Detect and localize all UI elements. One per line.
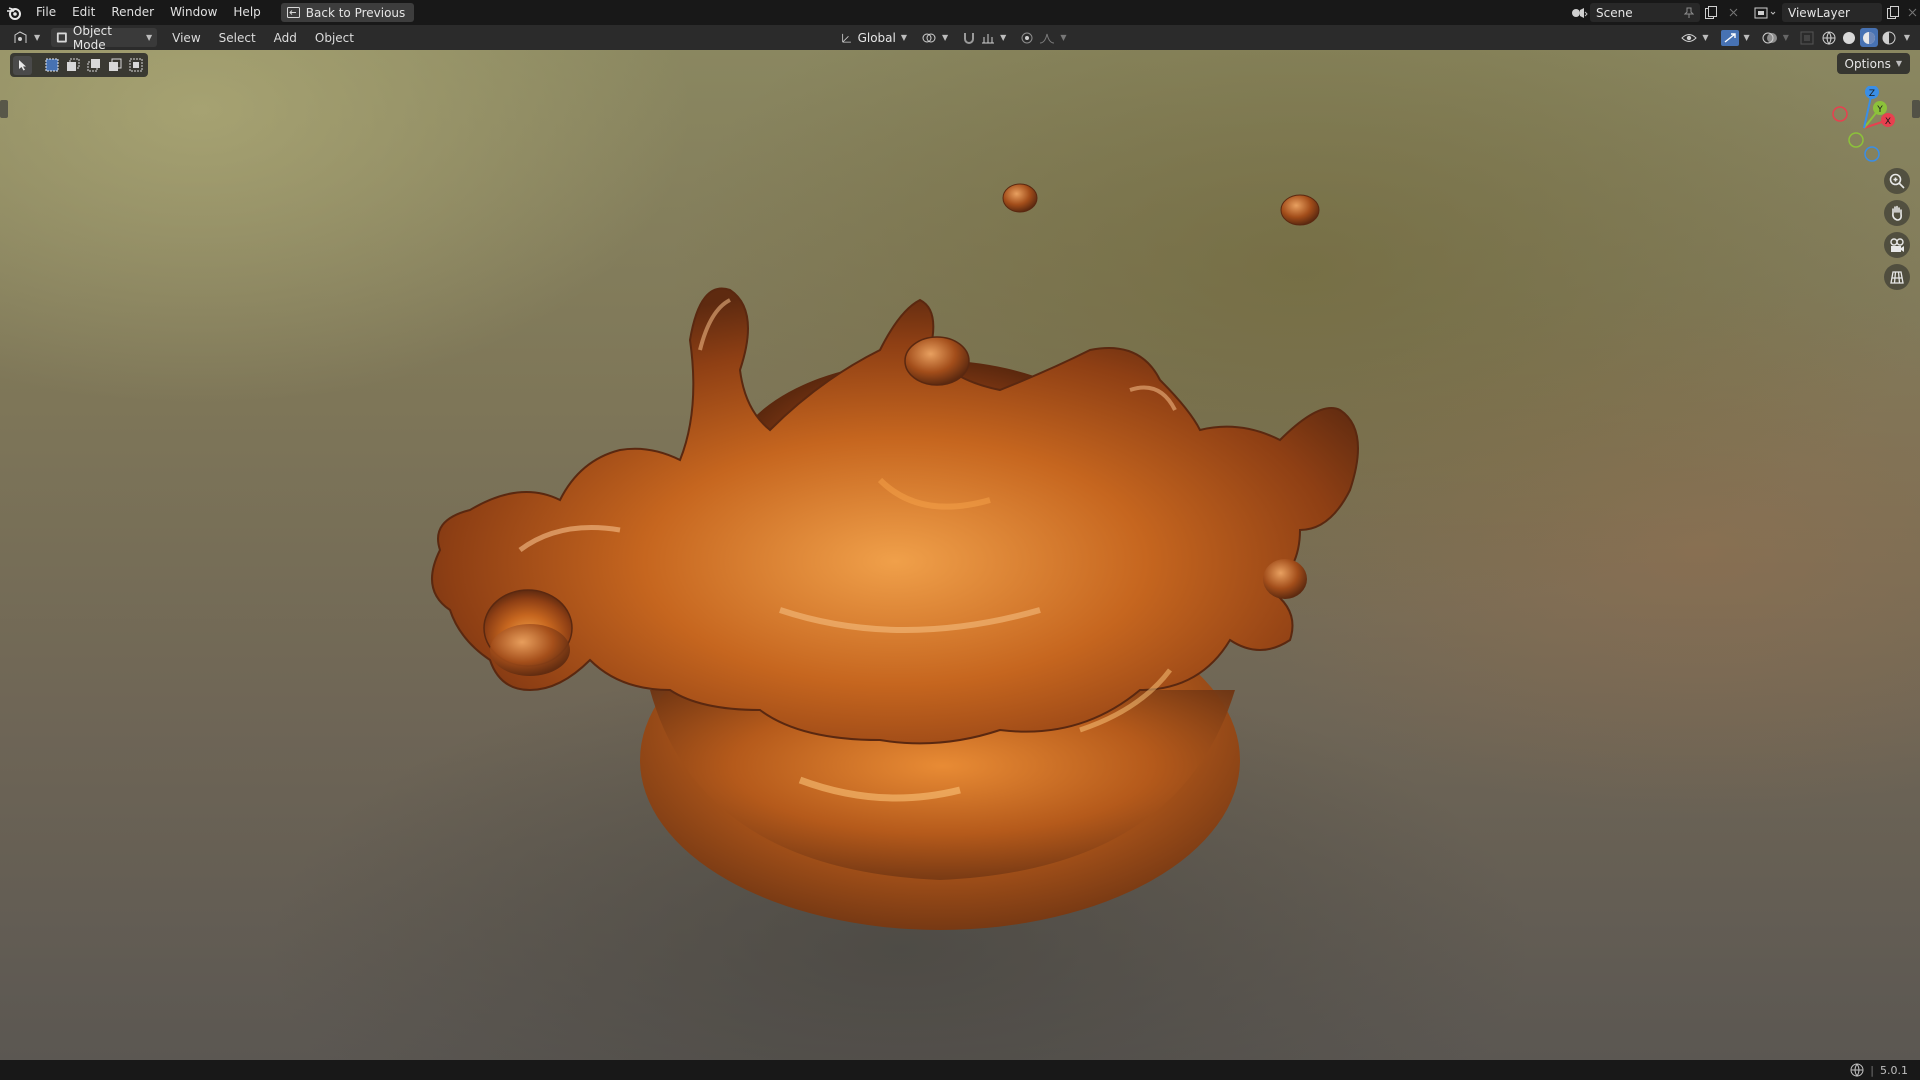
3d-viewport[interactable]: Options ▼ X Y Z <box>0 50 1920 1060</box>
snap-magnet-icon <box>964 32 975 44</box>
snap-dropdown[interactable]: ▼ <box>957 28 1011 47</box>
rendered-shading-icon[interactable] <box>1880 28 1898 47</box>
snap-increment-icon <box>982 33 995 43</box>
toolbar-toggle-icon[interactable] <box>0 100 8 118</box>
select-box-extend-icon[interactable] <box>63 56 82 75</box>
overlays-icon <box>1762 32 1777 43</box>
top-menu-bar: File Edit Render Window Help Back to Pre… <box>0 0 1920 25</box>
menu-window[interactable]: Window <box>162 0 225 25</box>
editor-type-dropdown[interactable]: ▼ <box>8 28 45 47</box>
liquid-splash-render <box>431 183 1359 930</box>
chevron-down-icon: ▼ <box>900 33 907 42</box>
select-box-intersect-icon[interactable] <box>126 56 145 75</box>
view-layer-selector-icon[interactable] <box>1750 3 1782 22</box>
transform-orientation-icon <box>842 33 851 43</box>
transform-orientation-dropdown[interactable]: Global ▼ <box>836 28 912 47</box>
gizmo-z-label: Z <box>1869 89 1875 99</box>
chevron-down-icon: ▼ <box>1743 33 1750 42</box>
view-layer-name: ViewLayer <box>1788 5 1850 20</box>
camera-view-icon[interactable] <box>1884 232 1910 258</box>
gizmo-toggle[interactable]: ▼ <box>1716 28 1755 47</box>
options-dropdown[interactable]: Options ▼ <box>1836 53 1910 74</box>
solid-shading-icon[interactable] <box>1840 28 1858 47</box>
options-label: Options <box>1844 56 1891 71</box>
sidebar-toggle-icon[interactable] <box>1912 100 1920 118</box>
viewport-header: ▼ Object Mode ▼ View Select Add Object G… <box>0 24 1920 52</box>
select-box-invert-icon[interactable] <box>105 56 124 75</box>
menu-edit[interactable]: Edit <box>64 0 103 25</box>
pan-hand-icon[interactable] <box>1884 200 1910 226</box>
navigation-gizmo[interactable]: X Y Z <box>1828 86 1908 166</box>
object-mode-label: Object Mode <box>72 23 112 52</box>
delete-scene-icon[interactable] <box>1722 3 1744 22</box>
proportional-editing-toggle[interactable]: ▼ <box>1015 28 1071 47</box>
falloff-curve-icon <box>1040 33 1055 43</box>
blender-version: 5.0.1 <box>1880 1063 1908 1077</box>
xray-toggle-icon[interactable] <box>1796 28 1818 47</box>
new-view-layer-icon[interactable] <box>1882 3 1904 22</box>
zoom-icon[interactable] <box>1884 168 1910 194</box>
select-box-subtract-icon[interactable] <box>84 56 103 75</box>
gizmo-negative-z-icon[interactable] <box>1864 146 1880 162</box>
chevron-down-icon: ▼ <box>1702 33 1709 42</box>
pin-icon[interactable] <box>1684 7 1694 19</box>
chevron-down-icon: ▼ <box>1782 33 1789 42</box>
screen-back-icon <box>286 7 300 18</box>
blender-logo-icon[interactable] <box>0 0 28 25</box>
gizmo-negative-x-icon[interactable] <box>1832 106 1848 122</box>
viewport-menu-select[interactable]: Select <box>210 31 265 45</box>
status-bar: | 5.0.1 <box>0 1060 1920 1080</box>
gizmo-y-label: Y <box>1876 105 1883 115</box>
selectability-visibility-dropdown[interactable]: ▼ <box>1676 28 1713 47</box>
pivot-point-dropdown[interactable]: ▼ <box>916 28 953 47</box>
view-layer-name-field[interactable]: ViewLayer <box>1782 3 1882 22</box>
transform-orientation-label: Global <box>857 30 896 45</box>
viewport-menu-object[interactable]: Object <box>306 31 363 45</box>
material-preview-shading-icon[interactable] <box>1859 28 1878 47</box>
chevron-down-icon: ▼ <box>1060 33 1067 42</box>
gizmo-negative-y-icon[interactable] <box>1848 132 1864 148</box>
object-mode-dropdown[interactable]: Object Mode ▼ <box>51 24 158 52</box>
gizmo-x-label: X <box>1885 117 1891 127</box>
select-tool-strip <box>10 53 148 77</box>
scene-selector-icon[interactable] <box>1568 3 1590 22</box>
select-cursor-tool-icon[interactable] <box>13 55 32 75</box>
object-mode-icon <box>57 32 67 43</box>
perspective-toggle-icon[interactable] <box>1884 264 1910 290</box>
viewport-navigation-buttons <box>1884 168 1910 290</box>
status-separator: | <box>1870 1063 1874 1077</box>
wireframe-shading-icon[interactable] <box>1820 28 1838 47</box>
chevron-down-icon: ▼ <box>1895 59 1902 68</box>
gizmo-icon <box>1720 29 1739 46</box>
back-to-previous-button[interactable]: Back to Previous <box>280 3 415 22</box>
shading-options-chevron-icon[interactable]: ▼ <box>1900 33 1914 42</box>
proportional-editing-icon <box>1021 32 1033 43</box>
scene-name: Scene <box>1596 5 1633 20</box>
delete-view-layer-icon[interactable] <box>1904 3 1920 22</box>
pivot-point-icon <box>922 33 936 42</box>
scene-name-field[interactable]: Scene <box>1590 3 1700 22</box>
overlays-toggle[interactable]: ▼ <box>1757 28 1794 47</box>
3d-viewport-icon <box>14 30 27 43</box>
back-to-previous-label: Back to Previous <box>305 5 406 20</box>
eye-icon <box>1681 33 1698 42</box>
select-box-new-icon[interactable] <box>42 56 61 75</box>
menu-render[interactable]: Render <box>103 0 162 25</box>
viewport-menu-view[interactable]: View <box>163 31 209 45</box>
menu-help[interactable]: Help <box>225 0 268 25</box>
chevron-down-icon: ▼ <box>34 33 41 42</box>
viewport-menu-add[interactable]: Add <box>265 31 306 45</box>
chevron-down-icon: ▼ <box>146 33 153 42</box>
menu-file[interactable]: File <box>28 0 64 25</box>
new-scene-icon[interactable] <box>1700 3 1722 22</box>
chevron-down-icon: ▼ <box>1000 33 1007 42</box>
globe-icon[interactable] <box>1850 1063 1864 1077</box>
chevron-down-icon: ▼ <box>942 33 949 42</box>
